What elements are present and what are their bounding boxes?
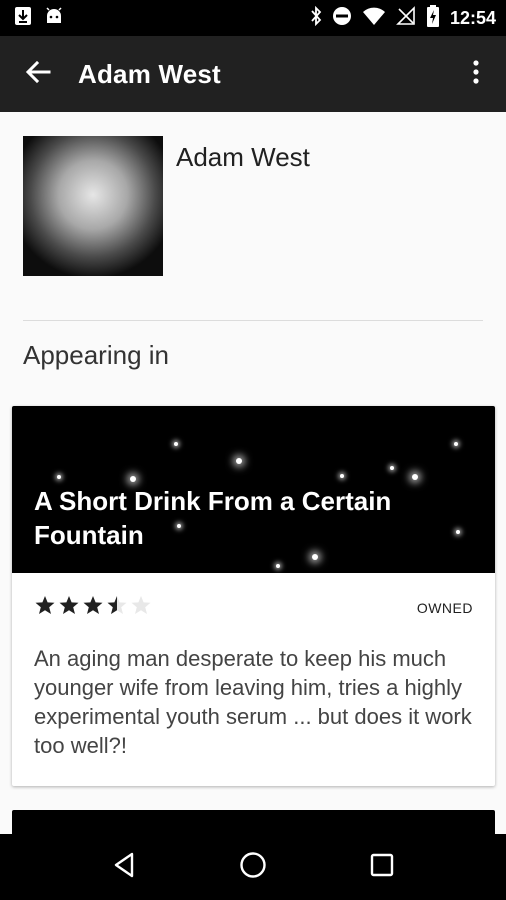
overflow-menu-button[interactable] xyxy=(446,36,506,112)
star-half-icon xyxy=(106,595,128,620)
more-vert-icon xyxy=(473,59,479,89)
nav-home-button[interactable] xyxy=(223,837,283,897)
status-bar: 12:54 xyxy=(0,0,506,36)
do-not-disturb-icon xyxy=(332,6,352,31)
star-sparkle xyxy=(454,442,458,446)
nav-back-button[interactable] xyxy=(94,837,154,897)
no-signal-icon xyxy=(396,5,416,31)
star-sparkle xyxy=(312,554,318,560)
avatar xyxy=(23,136,163,276)
owned-badge: OWNED xyxy=(416,600,473,616)
arrow-back-icon xyxy=(25,60,51,89)
star-sparkle xyxy=(174,442,178,446)
star-full-icon xyxy=(58,595,80,620)
content-scroll[interactable]: Adam West Appearing in A Short Drink Fro… xyxy=(0,112,506,834)
download-icon xyxy=(14,6,32,31)
app-title: Adam West xyxy=(78,58,221,89)
star-sparkle xyxy=(340,474,344,478)
nav-recents-button[interactable] xyxy=(352,837,412,897)
card-description: An aging man desperate to keep his much … xyxy=(34,646,472,758)
android-icon xyxy=(44,6,64,30)
star-sparkle xyxy=(57,475,61,479)
story-card[interactable]: A Short Drink From a Certain Fountain OW… xyxy=(12,406,495,786)
card-meta: OWNED xyxy=(12,573,495,639)
status-time: 12:54 xyxy=(449,7,496,28)
star-sparkle xyxy=(130,476,136,482)
star-sparkle xyxy=(276,564,280,568)
home-circle-icon xyxy=(239,851,267,884)
wifi-icon xyxy=(362,6,386,31)
recents-square-icon xyxy=(370,853,394,882)
app-bar: Adam West xyxy=(0,36,506,112)
star-sparkle xyxy=(390,466,394,470)
person-name: Adam West xyxy=(176,142,310,172)
star-sparkle xyxy=(412,474,418,480)
section-title: Appearing in xyxy=(23,340,169,370)
back-button[interactable] xyxy=(0,36,78,112)
status-left-icons xyxy=(14,6,64,31)
star-sparkle xyxy=(236,458,242,464)
star-full-icon xyxy=(34,595,56,620)
card-title: A Short Drink From a Certain Fountain xyxy=(34,486,392,550)
divider xyxy=(23,320,483,321)
star-full-icon xyxy=(82,595,104,620)
status-right-icons: 12:54 xyxy=(310,4,496,32)
card-hero-image: A Short Drink From a Certain Fountain xyxy=(12,406,495,573)
star-rating xyxy=(34,595,152,620)
story-card-next[interactable] xyxy=(12,810,495,834)
battery-charging-icon xyxy=(426,4,440,32)
star-empty-icon xyxy=(130,595,152,620)
system-nav-bar xyxy=(0,834,506,900)
bluetooth-icon xyxy=(310,5,322,31)
back-triangle-icon xyxy=(113,852,135,883)
